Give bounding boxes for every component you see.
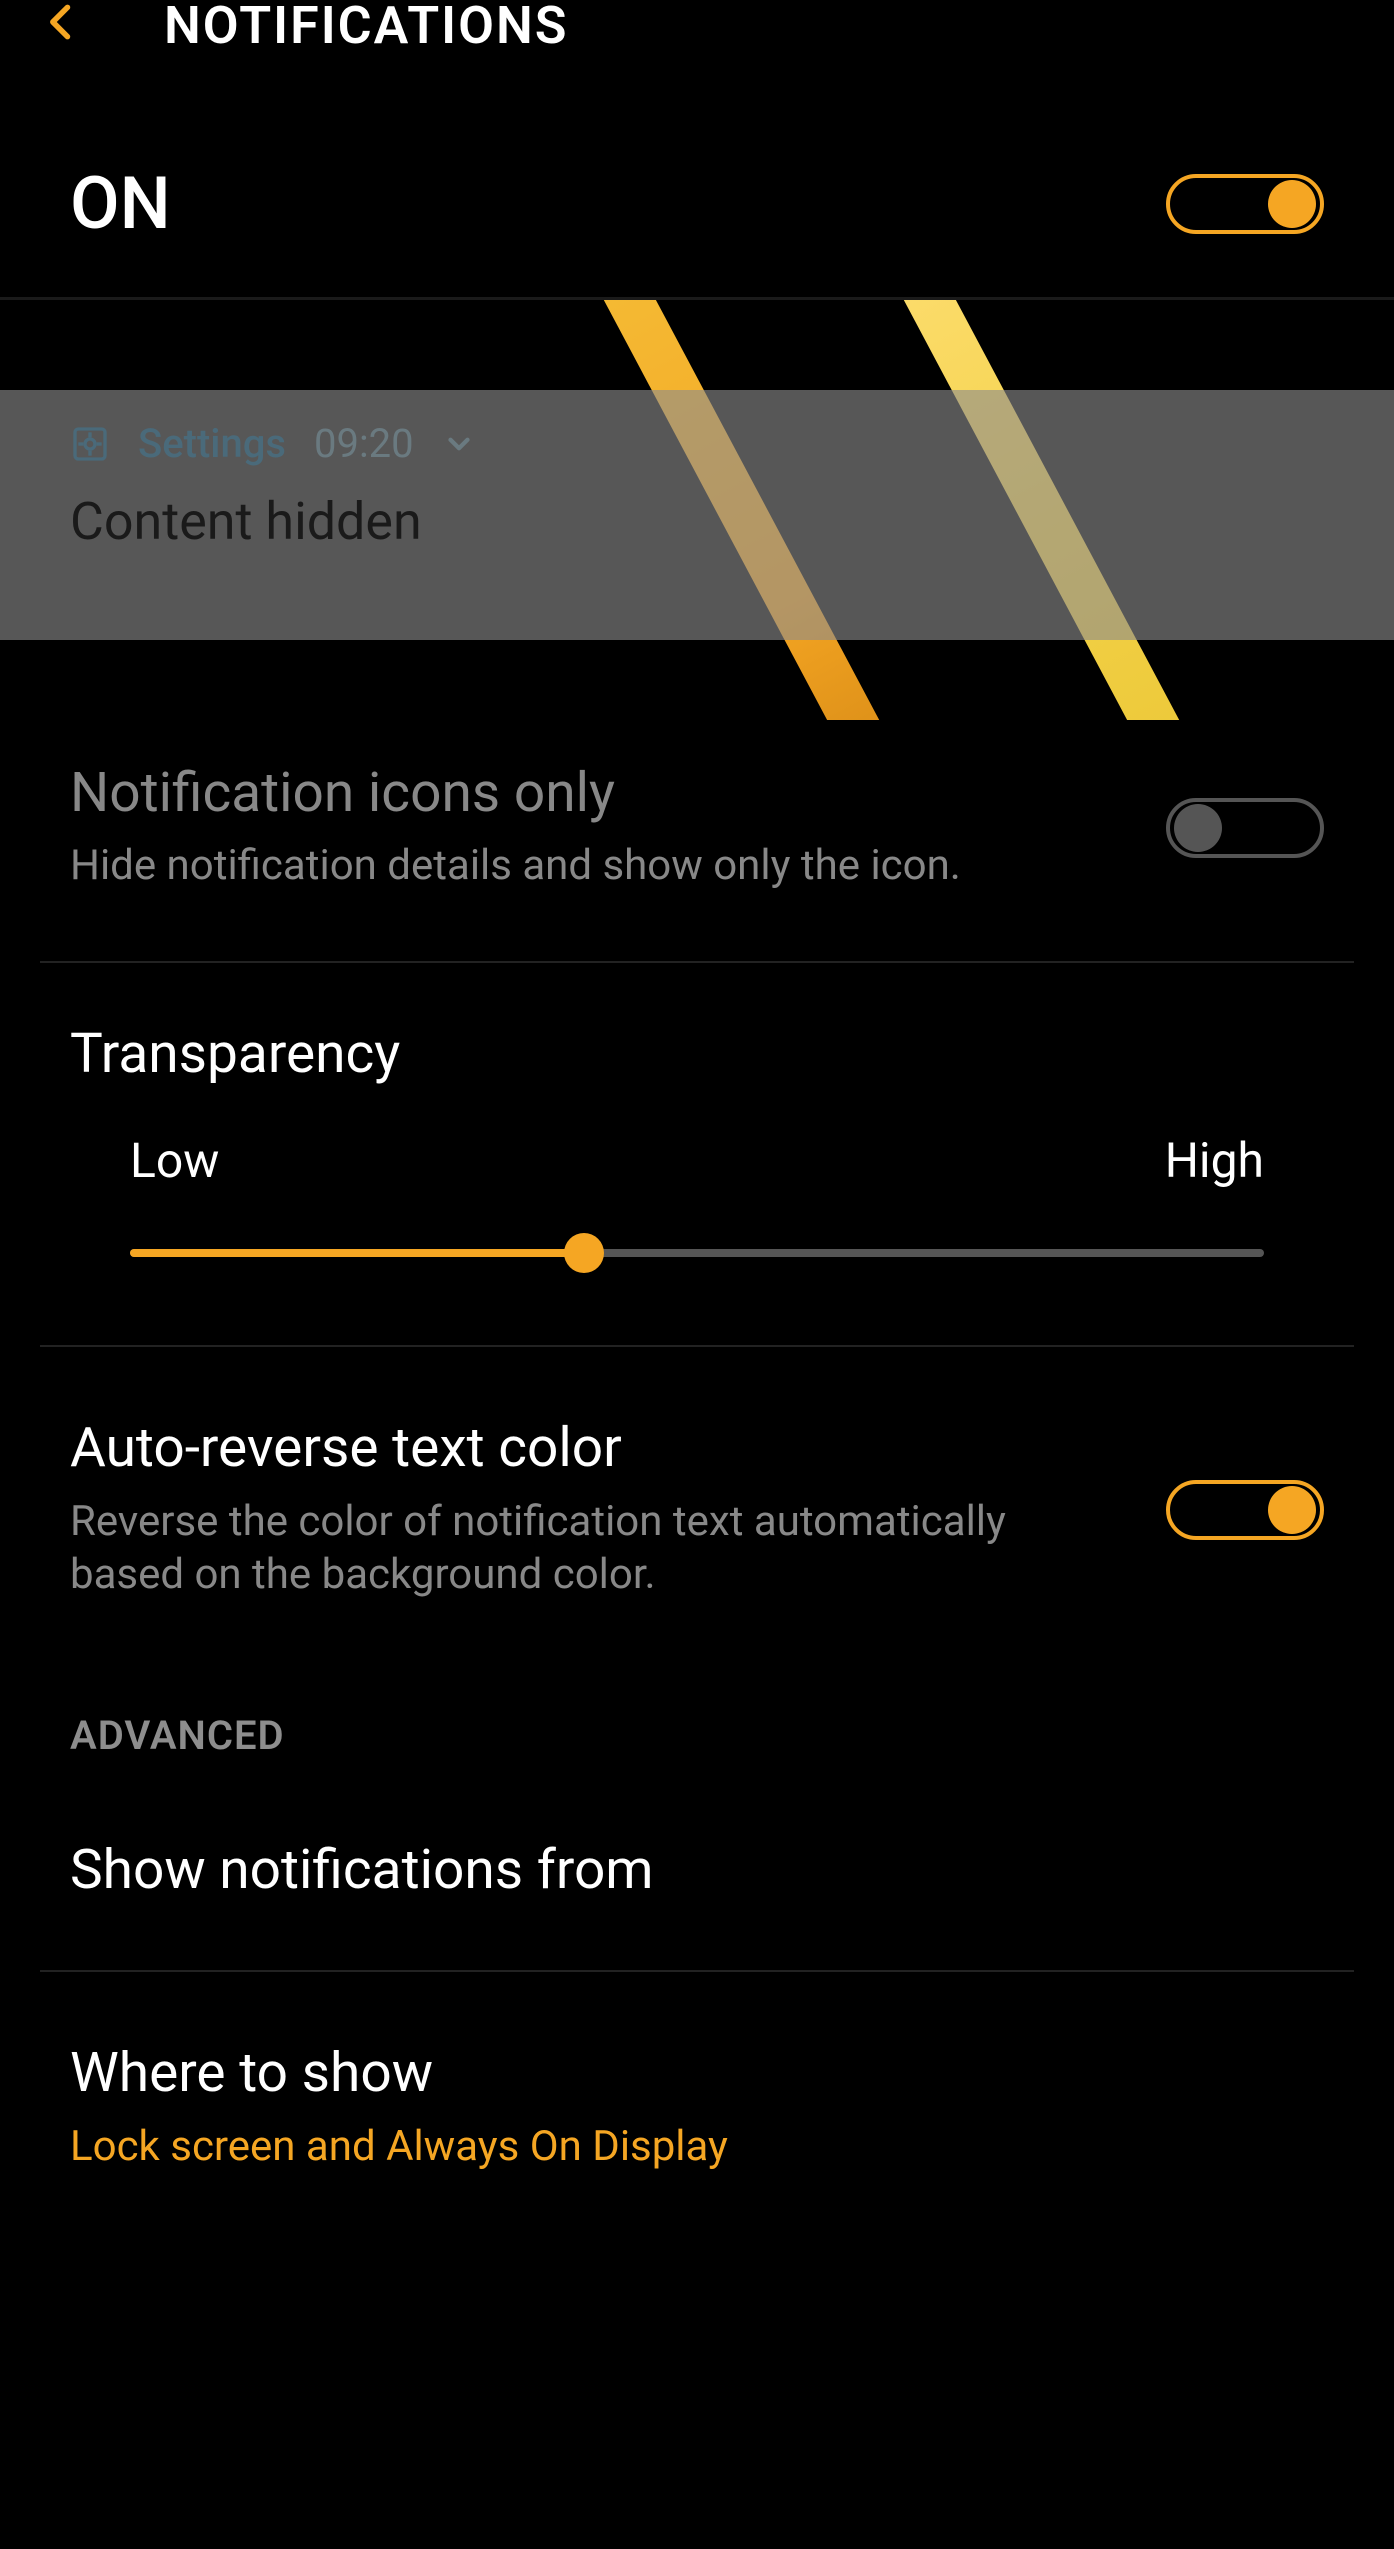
- icons-only-toggle[interactable]: [1166, 798, 1324, 858]
- item-notification-icons-only[interactable]: Notification icons only Hide notificatio…: [40, 720, 1354, 963]
- settings-gear-icon: [70, 424, 110, 464]
- item-show-notifications-from[interactable]: Show notifications from: [40, 1769, 1354, 1972]
- item-auto-reverse-text-color[interactable]: Auto-reverse text color Reverse the colo…: [40, 1347, 1354, 1672]
- item-where-to-show[interactable]: Where to show Lock screen and Always On …: [40, 1972, 1354, 2213]
- master-toggle-row[interactable]: ON: [0, 110, 1394, 300]
- item-title: Where to show: [70, 2042, 1264, 2105]
- slider-high-label: High: [1165, 1132, 1264, 1189]
- notification-header: Settings 09:20: [70, 420, 1324, 467]
- master-toggle[interactable]: [1166, 174, 1324, 234]
- item-title: Auto-reverse text color: [70, 1417, 1106, 1480]
- notification-preview: Settings 09:20 Content hidden: [0, 300, 1394, 720]
- page-title: NOTIFICATIONS: [164, 0, 569, 52]
- item-title: Notification icons only: [70, 762, 1106, 825]
- notification-body: Content hidden: [70, 491, 1324, 552]
- notification-time: 09:20: [314, 420, 414, 467]
- transparency-slider[interactable]: [130, 1249, 1264, 1257]
- master-toggle-label: ON: [70, 161, 171, 246]
- header-bar: NOTIFICATIONS: [0, 0, 1394, 110]
- chevron-down-icon: [442, 427, 476, 461]
- item-subtitle: Hide notification details and show only …: [70, 839, 1106, 893]
- back-icon[interactable]: [40, 0, 84, 48]
- notification-card: Settings 09:20 Content hidden: [0, 390, 1394, 640]
- auto-reverse-toggle[interactable]: [1166, 1480, 1324, 1540]
- slider-fill: [130, 1249, 584, 1257]
- item-title: Show notifications from: [70, 1839, 1264, 1902]
- item-title: Transparency: [70, 1023, 1324, 1086]
- slider-labels: Low High: [70, 1132, 1324, 1189]
- section-header-advanced: ADVANCED: [40, 1672, 1354, 1769]
- item-transparency: Transparency Low High: [40, 963, 1354, 1347]
- slider-low-label: Low: [130, 1132, 219, 1189]
- item-subtitle: Reverse the color of notification text a…: [70, 1495, 1106, 1603]
- item-value: Lock screen and Always On Display: [70, 2120, 1264, 2174]
- slider-thumb[interactable]: [564, 1233, 604, 1273]
- settings-list: Notification icons only Hide notificatio…: [0, 720, 1394, 2213]
- notification-app-name: Settings: [138, 420, 286, 467]
